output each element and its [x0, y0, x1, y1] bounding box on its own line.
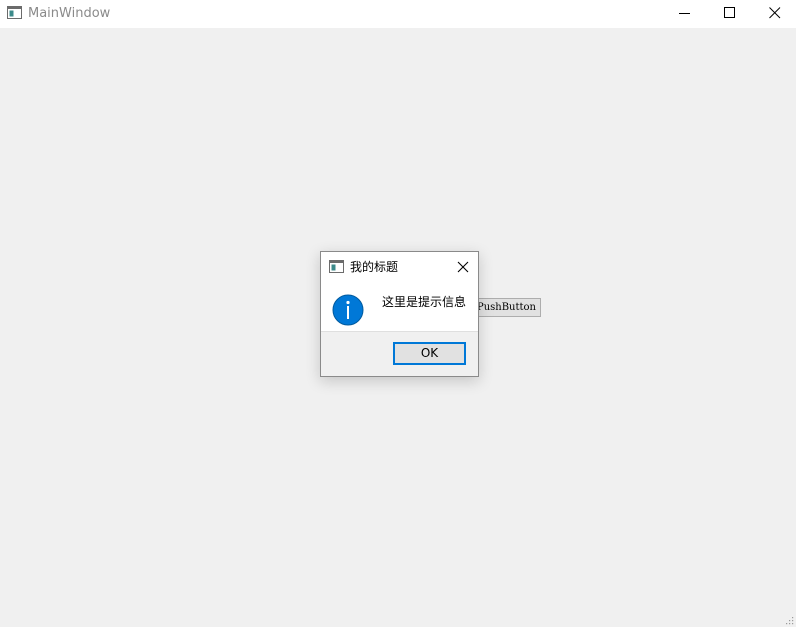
dialog-message: 这里是提示信息 [382, 295, 467, 309]
title-bar[interactable]: MainWindow [0, 0, 796, 28]
close-button[interactable] [752, 0, 796, 28]
message-box: 我的标题 这里是提示信息 OK [320, 251, 479, 377]
maximize-icon [724, 7, 735, 18]
window-title: MainWindow [28, 6, 111, 21]
app-icon [7, 6, 22, 19]
ok-button[interactable]: OK [393, 342, 466, 365]
dialog-body: 这里是提示信息 [321, 282, 478, 331]
minimize-icon [679, 13, 690, 14]
close-icon [769, 7, 781, 19]
dialog-close-icon[interactable] [455, 259, 471, 275]
dialog-title-bar[interactable]: 我的标题 [321, 252, 478, 282]
main-window: MainWindow PushButton 我的标题 这里是提示信息 OK [0, 0, 796, 627]
size-grip-icon[interactable] [785, 616, 794, 625]
maximize-button[interactable] [707, 0, 753, 28]
dialog-app-icon [329, 260, 344, 273]
dialog-button-area: OK [321, 331, 478, 376]
info-icon [332, 294, 364, 326]
dialog-title: 我的标题 [350, 260, 399, 274]
minimize-button[interactable] [662, 0, 708, 28]
